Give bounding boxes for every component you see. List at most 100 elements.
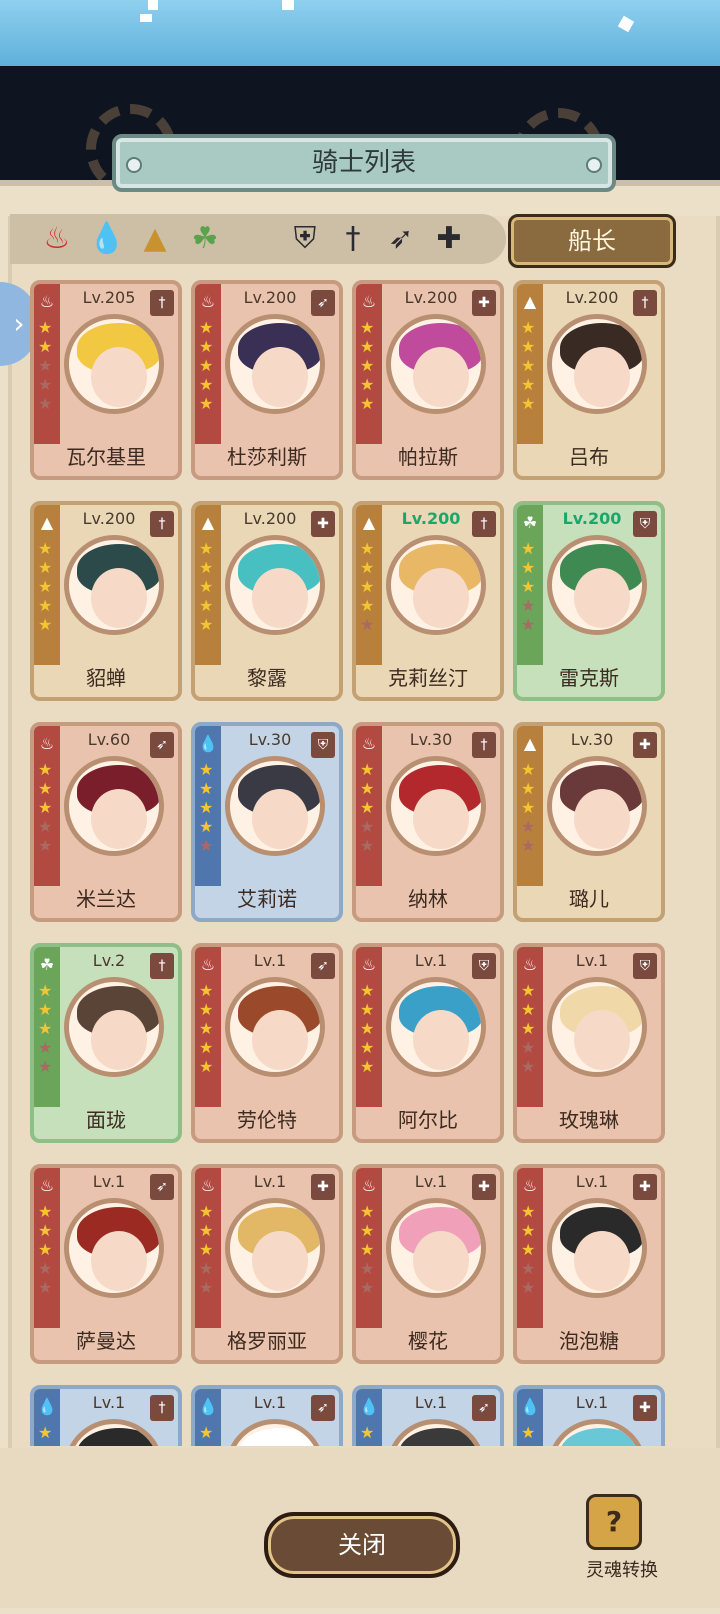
cross-filter-icon[interactable]: ✚ [428,218,470,260]
star-rating: ★★★★★ [360,1423,378,1446]
star-icon: ★ [360,558,375,577]
wind-element-icon: ☘ [39,955,55,974]
knight-portrait [547,1198,647,1298]
knight-card[interactable]: ♨ ★ ★ ★ ★ ★ Lv.205 † 瓦尔基里 [30,280,182,480]
star-rating: ★★★★★ [521,1423,539,1446]
knight-name: 面珑 [86,1108,126,1132]
knight-portrait [225,535,325,635]
star-icon: ★ [38,981,53,1000]
star-icon: ★ [521,356,536,375]
knight-card[interactable]: 💧 ★★★★★ Lv.1 ➶ [352,1385,504,1446]
knight-card[interactable]: ▲ ★ ★ ★ ★ ★ Lv.200 † 克莉丝汀 [352,501,504,701]
wind-filter-icon[interactable]: ☘ [184,218,226,260]
knight-card[interactable]: ♨ ★ ★ ★ ★ ★ Lv.1 ✚ 格罗丽亚 [191,1164,343,1364]
fire-filter-icon[interactable]: ♨ [36,218,78,260]
star-icon: ★ [199,760,214,779]
star-icon: ★ [360,1000,375,1019]
sword-class-icon: † [150,290,174,316]
knight-card[interactable]: ▲ ★ ★ ★ ★ ★ Lv.30 ✚ 璐儿 [513,722,665,922]
knight-card[interactable]: ♨ ★ ★ ★ ★ ★ Lv.1 ✚ 樱花 [352,1164,504,1364]
shield-filter-icon[interactable]: ⛨ [284,218,326,260]
knight-name: 吕布 [569,445,609,469]
fire-element-icon: ♨ [39,734,55,753]
knight-portrait [386,1198,486,1298]
bow-filter-icon[interactable]: ➶ [380,218,422,260]
star-icon: ★ [521,318,536,337]
star-rating: ★★★★★ [199,318,217,413]
level-label: Lv.1 [575,1393,609,1412]
star-rating: ★★★★★ [521,1202,539,1297]
knight-name: 劳伦特 [237,1108,297,1132]
star-rating: ★★★★★ [38,318,56,413]
fire-element-icon: ♨ [522,955,538,974]
knight-card[interactable]: ♨ ★ ★ ★ ★ ★ Lv.1 ⛨ 阿尔比 [352,943,504,1143]
portrait-face [91,1010,147,1070]
star-icon: ★ [521,836,536,855]
star-icon: ★ [38,356,53,375]
star-icon: ★ [38,1038,53,1057]
knight-card[interactable]: ♨ ★ ★ ★ ★ ★ Lv.200 ✚ 帕拉斯 [352,280,504,480]
knight-card[interactable]: ♨ ★ ★ ★ ★ ★ Lv.1 ✚ 泡泡糖 [513,1164,665,1364]
portrait-face [252,568,308,628]
star-icon: ★ [521,798,536,817]
star-icon: ★ [38,1019,53,1038]
knight-card[interactable]: ♨ ★ ★ ★ ★ ★ Lv.30 † 纳林 [352,722,504,922]
star-icon: ★ [199,558,214,577]
sword-filter-icon[interactable]: † [332,218,374,260]
knight-card[interactable]: ♨ ★ ★ ★ ★ ★ Lv.1 ⛨ 玫瑰琳 [513,943,665,1143]
star-icon: ★ [360,1259,375,1278]
level-label: Lv.200 [401,509,461,528]
star-icon: ★ [360,1442,378,1446]
element-ribbon: ▲ ★ ★ ★ ★ ★ [34,505,60,665]
portrait-face [413,1010,469,1070]
star-icon: ★ [199,539,214,558]
earth-filter-icon[interactable]: ▲ [134,218,176,260]
soul-convert-icon[interactable]: ? [586,1494,642,1550]
knight-portrait [225,756,325,856]
knight-card[interactable]: ▲ ★ ★ ★ ★ ★ Lv.200 ✚ 黎露 [191,501,343,701]
star-icon: ★ [199,779,214,798]
sky-strip [0,0,720,66]
element-ribbon: ☘ ★ ★ ★ ★ ★ [34,947,60,1107]
star-icon: ★ [38,596,53,615]
knight-card[interactable]: ☘ ★ ★ ★ ★ ★ Lv.2 † 面珑 [30,943,182,1143]
element-ribbon: ♨ ★ ★ ★ ★ ★ [34,726,60,886]
knight-card[interactable]: ♨ ★ ★ ★ ★ ★ Lv.60 ➶ 米兰达 [30,722,182,922]
cross-class-icon: ✚ [633,1174,657,1200]
portrait-face [252,347,308,407]
close-button[interactable]: 关闭 [264,1512,460,1578]
captain-button[interactable]: 船长 [508,214,676,268]
knight-card[interactable]: ♨ ★ ★ ★ ★ ★ Lv.200 ➶ 杜莎利斯 [191,280,343,480]
star-icon: ★ [38,318,53,337]
portrait-face [252,789,308,849]
element-ribbon: ▲ ★ ★ ★ ★ ★ [356,505,382,665]
element-ribbon: 💧 ★★★★★ [517,1389,543,1446]
element-ribbon: ♨ ★ ★ ★ ★ ★ [356,1168,382,1328]
knight-card[interactable]: ☘ ★ ★ ★ ★ ★ Lv.200 ⛨ 雷克斯 [513,501,665,701]
water-filter-icon[interactable]: 💧 [86,218,128,260]
knight-card[interactable]: ▲ ★ ★ ★ ★ ★ Lv.200 † 吕布 [513,280,665,480]
level-label: Lv.1 [253,1172,287,1191]
star-icon: ★ [38,1202,53,1221]
knight-card[interactable]: 💧 ★ ★ ★ ★ ★ Lv.30 ⛨ 艾莉诺 [191,722,343,922]
knight-card[interactable]: 💧 ★★★★★ Lv.1 ➶ [191,1385,343,1446]
knight-card[interactable]: ♨ ★ ★ ★ ★ ★ Lv.1 ➶ 萨曼达 [30,1164,182,1364]
star-icon: ★ [521,394,536,413]
star-icon: ★ [360,779,375,798]
fire-element-icon: ♨ [39,1176,55,1195]
shield-class-icon: ⛨ [472,953,496,979]
soul-convert-label[interactable]: 灵魂转换 [574,1556,670,1582]
knight-card[interactable]: ♨ ★ ★ ★ ★ ★ Lv.1 ➶ 劳伦特 [191,943,343,1143]
water-element-icon: 💧 [198,734,218,753]
knight-portrait [386,756,486,856]
star-icon: ★ [360,337,375,356]
knight-card[interactable]: 💧 ★★★★★ Lv.1 ✚ [513,1385,665,1446]
knight-card[interactable]: 💧 ★★★★★ Lv.1 † [30,1385,182,1446]
knight-portrait [386,535,486,635]
sword-class-icon: † [150,953,174,979]
level-label: Lv.30 [248,730,292,749]
star-icon: ★ [360,356,375,375]
level-label: Lv.200 [82,509,136,528]
star-icon: ★ [199,1423,214,1442]
knight-card[interactable]: ▲ ★ ★ ★ ★ ★ Lv.200 † 貂蝉 [30,501,182,701]
